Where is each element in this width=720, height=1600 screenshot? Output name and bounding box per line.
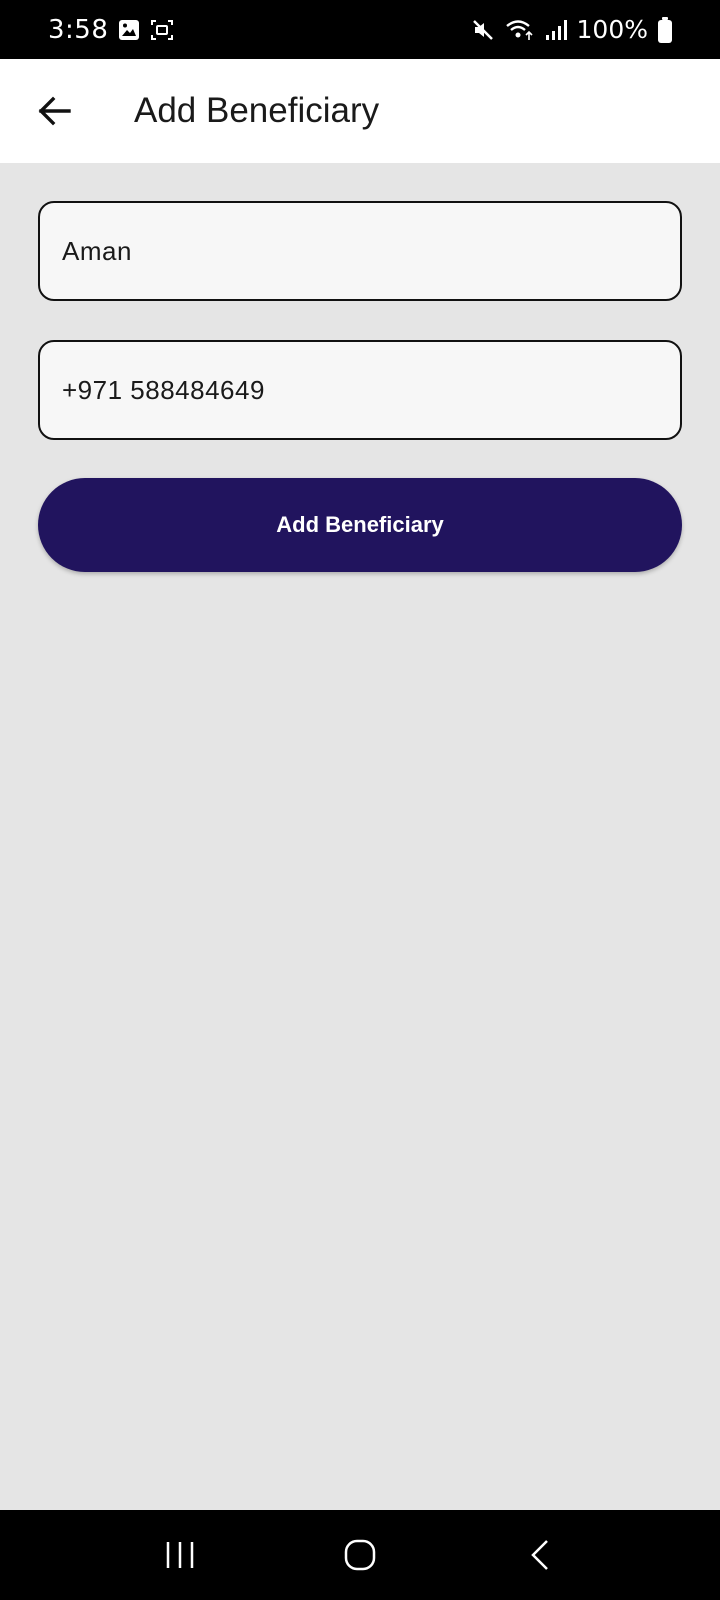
- clock: 3:58: [48, 14, 109, 45]
- system-nav-bar: [0, 1510, 720, 1600]
- page-title: Add Beneficiary: [134, 91, 380, 130]
- name-input[interactable]: [62, 235, 680, 267]
- screenshot-icon: [150, 19, 174, 41]
- back-icon: [531, 1540, 548, 1570]
- status-bar: 3:58 100%: [0, 0, 720, 59]
- app-bar: Add Beneficiary: [0, 59, 720, 163]
- name-field[interactable]: [38, 201, 682, 301]
- battery-icon: [658, 16, 672, 43]
- status-right: 100%: [471, 15, 672, 44]
- phone-field[interactable]: [38, 340, 682, 440]
- wifi-icon: [505, 18, 535, 42]
- nav-back-button[interactable]: [500, 1515, 580, 1595]
- phone-input[interactable]: [62, 374, 680, 406]
- recents-button[interactable]: [140, 1515, 220, 1595]
- status-left: 3:58: [48, 15, 174, 45]
- add-beneficiary-button[interactable]: Add Beneficiary: [38, 478, 682, 572]
- home-button[interactable]: [320, 1515, 400, 1595]
- recents-icon: [166, 1542, 194, 1568]
- gallery-icon: [118, 19, 140, 41]
- home-icon: [344, 1539, 376, 1571]
- mute-icon: [471, 18, 495, 42]
- back-button[interactable]: [24, 81, 84, 141]
- signal-icon: [545, 19, 567, 41]
- battery-level: 100%: [576, 15, 648, 44]
- arrow-left-icon: [38, 96, 71, 126]
